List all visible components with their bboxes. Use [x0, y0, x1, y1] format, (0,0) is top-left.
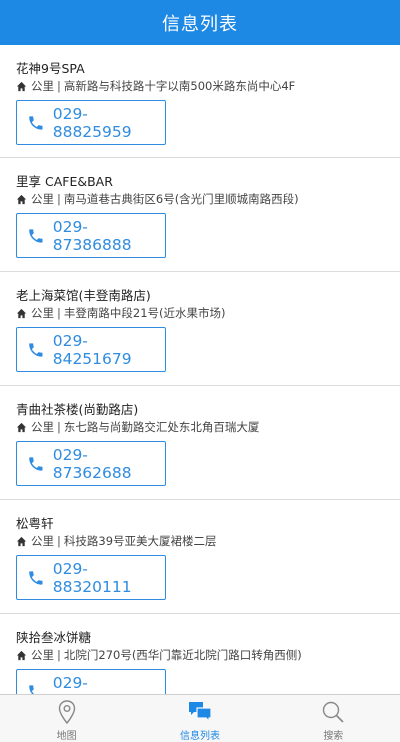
list-item[interactable]: 陕拾叁冰饼糖 公里 | 北院门270号(西华门靠近北院门路口转角西侧) 029-… [0, 614, 400, 694]
separator: | [57, 534, 61, 548]
address: 高新路与科技路十字以南500米路东尚中心4F [63, 79, 296, 93]
phone-icon [29, 684, 41, 694]
place-meta: 公里 | 北院门270号(西华门靠近北院门路口转角西侧) [16, 648, 384, 663]
bottom-tab-bar: 地图 信息列表 搜索 [0, 694, 400, 742]
list-item[interactable]: 老上海菜馆(丰登南路店) 公里 | 丰登南路中段21号(近水果市场) 029-8… [0, 272, 400, 386]
tab-label: 搜索 [323, 731, 344, 742]
separator: | [57, 648, 61, 662]
phone-number: 029-84251679 [52, 331, 132, 368]
address: 丰登南路中段21号(近水果市场) [63, 306, 226, 320]
tab-label: 地图 [56, 731, 77, 742]
call-button[interactable]: 029-84251679 [16, 327, 166, 372]
home-icon [16, 536, 27, 547]
place-meta: 公里 | 东七路与尚勤路交汇处东北角百瑞大厦 [16, 420, 384, 435]
place-name: 老上海菜馆(丰登南路店) [16, 288, 151, 303]
phone-number: 029-87386888 [52, 217, 132, 254]
phone-number: 029-87362688 [52, 445, 132, 482]
home-icon [16, 81, 27, 92]
phone-number: 029-88825959 [52, 104, 132, 141]
phone-icon [29, 570, 43, 585]
call-button[interactable]: 029-88825959 [16, 100, 166, 145]
place-meta: 公里 | 高新路与科技路十字以南500米路东尚中心4F [16, 79, 384, 94]
phone-icon [29, 228, 43, 243]
list-item[interactable]: 松粤轩 公里 | 科技路39号亚美大厦裙楼二层 029-88320111 [0, 500, 400, 614]
tab-info-list[interactable]: 信息列表 [133, 695, 266, 742]
distance-unit: 公里 [31, 306, 54, 320]
list-item[interactable]: 青曲社茶楼(尚勤路店) 公里 | 东七路与尚勤路交汇处东北角百瑞大厦 029-8… [0, 386, 400, 500]
place-meta: 公里 | 科技路39号亚美大厦裙楼二层 [16, 534, 384, 549]
home-icon [16, 194, 27, 205]
phone-number: 029-88320111 [52, 559, 132, 596]
call-button[interactable]: 029-88320111 [16, 555, 166, 600]
phone-icon [29, 456, 43, 471]
search-icon [323, 701, 344, 723]
phone-icon [29, 342, 43, 357]
separator: | [57, 420, 61, 434]
separator: | [57, 306, 61, 320]
distance-unit: 公里 [31, 420, 54, 434]
address: 东七路与尚勤路交汇处东北角百瑞大厦 [63, 420, 260, 434]
title-bar: 信息列表 [0, 0, 400, 45]
chat-bubbles-icon [188, 702, 212, 723]
info-list[interactable]: 花神9号SPA 公里 | 高新路与科技路十字以南500米路东尚中心4F 029-… [0, 45, 400, 694]
place-name: 青曲社茶楼(尚勤路店) [16, 402, 139, 417]
distance-unit: 公里 [31, 192, 54, 206]
phone-icon [29, 115, 43, 130]
tab-search[interactable]: 搜索 [267, 695, 400, 742]
page-title: 信息列表 [162, 13, 238, 35]
tab-label: 信息列表 [179, 731, 220, 742]
phone-number: 029-87265413 [52, 673, 132, 695]
place-meta: 公里 | 丰登南路中段21号(近水果市场) [16, 306, 384, 321]
distance-unit: 公里 [31, 648, 54, 662]
list-item[interactable]: 里享 CAFE&BAR 公里 | 南马道巷古典街区6号(含光门里顺城南路西段) … [0, 158, 400, 272]
call-button[interactable]: 029-87362688 [16, 441, 166, 486]
address: 南马道巷古典街区6号(含光门里顺城南路西段) [63, 192, 299, 206]
map-pin-icon [58, 700, 75, 725]
place-meta: 公里 | 南马道巷古典街区6号(含光门里顺城南路西段) [16, 192, 384, 207]
address: 北院门270号(西华门靠近北院门路口转角西侧) [63, 648, 302, 662]
distance-unit: 公里 [31, 534, 54, 548]
place-name: 花神9号SPA [16, 61, 85, 76]
address: 科技路39号亚美大厦裙楼二层 [63, 534, 217, 548]
home-icon [16, 422, 27, 433]
home-icon [16, 308, 27, 319]
place-name: 松粤轩 [16, 516, 54, 531]
place-name: 陕拾叁冰饼糖 [16, 630, 92, 645]
separator: | [57, 79, 61, 93]
call-button[interactable]: 029-87265413 [16, 669, 166, 694]
list-item[interactable]: 花神9号SPA 公里 | 高新路与科技路十字以南500米路东尚中心4F 029-… [0, 45, 400, 158]
tab-map[interactable]: 地图 [0, 695, 133, 742]
call-button[interactable]: 029-87386888 [16, 213, 166, 258]
separator: | [57, 192, 61, 206]
place-name: 里享 CAFE&BAR [16, 174, 113, 189]
distance-unit: 公里 [31, 79, 54, 93]
home-icon [16, 650, 27, 661]
